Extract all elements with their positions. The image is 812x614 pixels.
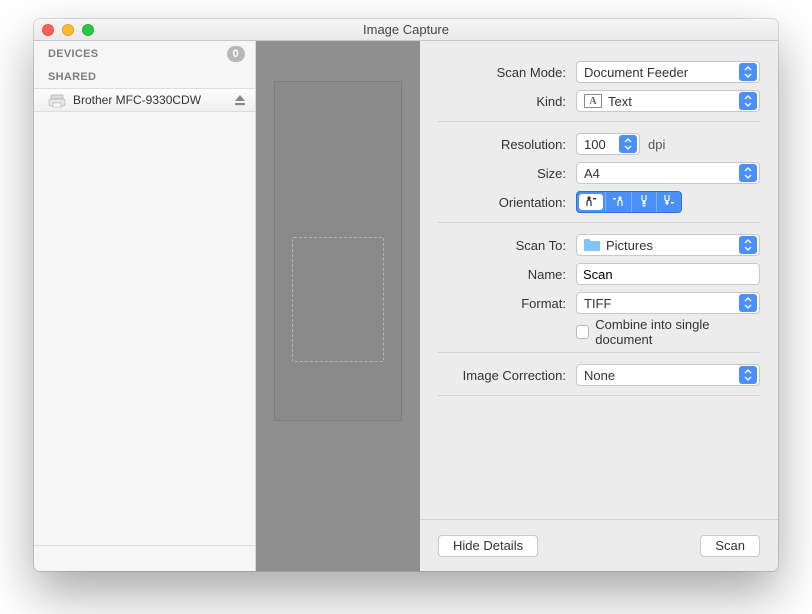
resolution-unit: dpi bbox=[648, 137, 665, 152]
format-label: Format: bbox=[426, 296, 576, 311]
dropdown-icon bbox=[739, 164, 757, 182]
resolution-value: 100 bbox=[584, 137, 606, 152]
folder-icon bbox=[584, 239, 600, 251]
scan-mode-select[interactable]: Document Feeder bbox=[576, 61, 760, 83]
combine-label: Combine into single document bbox=[595, 317, 760, 347]
footer: Hide Details Scan bbox=[420, 519, 778, 571]
traffic-lights bbox=[42, 24, 94, 36]
portrait-icon bbox=[585, 195, 597, 210]
dropdown-icon bbox=[739, 366, 757, 384]
shared-label: SHARED bbox=[48, 71, 96, 83]
sidebar-section-shared[interactable]: SHARED bbox=[34, 66, 255, 88]
orientation-landscape[interactable] bbox=[605, 192, 630, 212]
format-value: TIFF bbox=[584, 296, 611, 311]
zoom-button[interactable] bbox=[82, 24, 94, 36]
resolution-select[interactable]: 100 bbox=[576, 133, 640, 155]
dropdown-icon bbox=[619, 135, 637, 153]
size-value: A4 bbox=[584, 166, 600, 181]
devices-label: DEVICES bbox=[48, 48, 98, 60]
kind-select[interactable]: A Text bbox=[576, 90, 760, 112]
flip-icon bbox=[638, 195, 650, 210]
dropdown-icon bbox=[739, 63, 757, 81]
resolution-label: Resolution: bbox=[426, 137, 576, 152]
scan-button[interactable]: Scan bbox=[700, 535, 760, 557]
size-label: Size: bbox=[426, 166, 576, 181]
landscape-icon bbox=[612, 195, 624, 210]
printer-icon bbox=[48, 94, 66, 106]
sidebar-item-brother[interactable]: Brother MFC-9330CDW bbox=[34, 88, 255, 112]
sidebar-section-devices[interactable]: DEVICES 0 bbox=[34, 41, 255, 66]
devices-count: 0 bbox=[227, 46, 245, 62]
sidebar-footer bbox=[34, 545, 255, 571]
scan-mode-label: Scan Mode: bbox=[426, 65, 576, 80]
titlebar[interactable]: Image Capture bbox=[34, 19, 778, 41]
sidebar: DEVICES 0 SHARED Brother MFC-9330CDW bbox=[34, 41, 256, 571]
scan-to-select[interactable]: Pictures bbox=[576, 234, 760, 256]
scan-mode-value: Document Feeder bbox=[584, 65, 688, 80]
crop-selection[interactable] bbox=[292, 237, 384, 362]
dropdown-icon bbox=[739, 294, 757, 312]
kind-value: Text bbox=[608, 94, 632, 109]
preview-area[interactable] bbox=[256, 41, 420, 571]
name-input[interactable] bbox=[576, 263, 760, 285]
scan-to-label: Scan To: bbox=[426, 238, 576, 253]
format-select[interactable]: TIFF bbox=[576, 292, 760, 314]
dropdown-icon bbox=[739, 92, 757, 110]
orientation-segmented bbox=[576, 191, 682, 213]
hide-details-button[interactable]: Hide Details bbox=[438, 535, 538, 557]
orientation-portrait[interactable] bbox=[579, 194, 603, 210]
flip2-icon bbox=[663, 195, 675, 210]
orientation-flipped1[interactable] bbox=[631, 192, 656, 212]
orientation-label: Orientation: bbox=[426, 195, 576, 210]
combine-checkbox[interactable] bbox=[576, 325, 589, 339]
image-capture-window: Image Capture DEVICES 0 SHARED Brother M… bbox=[34, 19, 778, 571]
window-title: Image Capture bbox=[34, 22, 778, 37]
options-panel: Scan Mode: Document Feeder Kind: A Text bbox=[420, 41, 778, 571]
close-button[interactable] bbox=[42, 24, 54, 36]
size-select[interactable]: A4 bbox=[576, 162, 760, 184]
name-label: Name: bbox=[426, 267, 576, 282]
image-correction-label: Image Correction: bbox=[426, 368, 576, 383]
scan-to-value: Pictures bbox=[606, 238, 653, 253]
image-correction-value: None bbox=[584, 368, 615, 383]
image-correction-select[interactable]: None bbox=[576, 364, 760, 386]
text-icon: A bbox=[584, 94, 602, 108]
orientation-flipped2[interactable] bbox=[656, 192, 681, 212]
kind-label: Kind: bbox=[426, 94, 576, 109]
dropdown-icon bbox=[739, 236, 757, 254]
device-name: Brother MFC-9330CDW bbox=[73, 93, 201, 107]
minimize-button[interactable] bbox=[62, 24, 74, 36]
preview-page bbox=[274, 81, 402, 421]
eject-icon[interactable] bbox=[235, 95, 245, 106]
